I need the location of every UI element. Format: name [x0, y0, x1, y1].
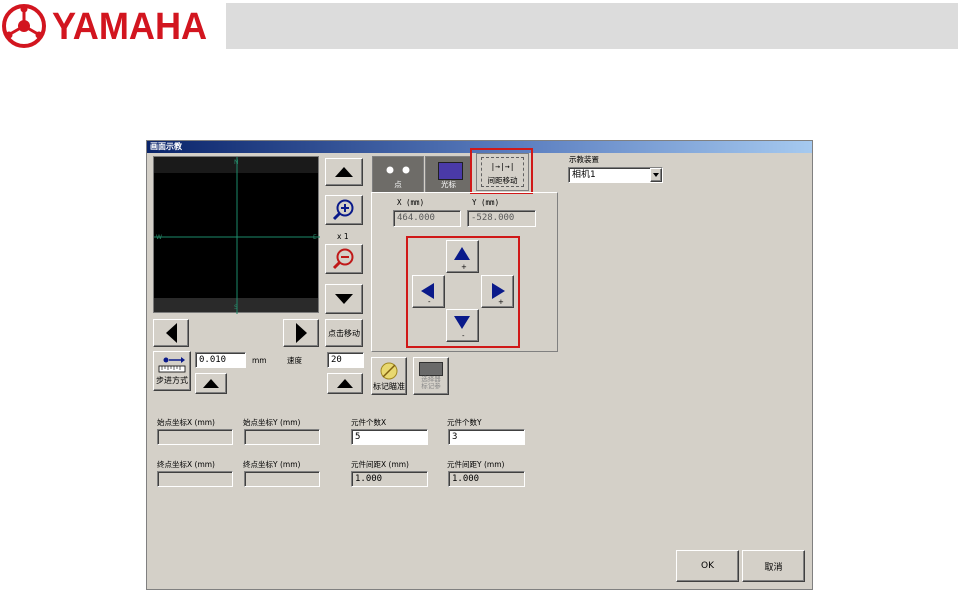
reference-button[interactable]: 选择器 标记参: [413, 357, 449, 395]
y-coord-display: -528.000: [467, 210, 536, 227]
board-icon: [419, 362, 443, 376]
end-x-label: 终点坐标X (mm): [157, 460, 215, 469]
compass-north: N: [234, 159, 239, 166]
zoom-in-icon: [332, 199, 354, 221]
teach-device-label: 示教装置: [569, 155, 599, 164]
chevron-down-icon: [653, 173, 659, 177]
tab-cursor[interactable]: 光标: [425, 156, 472, 193]
highlight-jog-pad: [406, 236, 520, 348]
zoom-in-button[interactable]: [325, 195, 363, 225]
start-y-label: 始点坐标Y (mm): [243, 418, 301, 427]
tab-point[interactable]: 点: [372, 156, 424, 193]
mark-target-icon: [380, 362, 398, 379]
zoom-level-label: x 1: [337, 232, 349, 241]
highlight-pitch-tab: [470, 148, 533, 194]
click-move-label: 点击移动: [328, 328, 360, 338]
x-coord-label: X (mm): [397, 198, 425, 207]
dropdown-button[interactable]: [650, 168, 662, 182]
step-mode-button[interactable]: 步进方式: [153, 351, 191, 391]
pan-down-button[interactable]: [325, 284, 363, 314]
compass-south: S: [234, 304, 238, 311]
start-y-field: [244, 429, 320, 445]
count-x-label: 元件个数X: [351, 418, 387, 427]
compass-east: E: [313, 234, 317, 241]
tab-point-label: 点: [394, 180, 402, 189]
mark-confirm-button[interactable]: 标记瞄准: [371, 357, 407, 395]
speed-label: 速度: [287, 356, 302, 365]
arrow-up-icon: [337, 379, 353, 388]
cursor-box-icon: [438, 162, 463, 180]
yamaha-logo-text: YAMAHA: [52, 6, 208, 48]
cancel-label: 取消: [764, 562, 783, 573]
step-ruler-icon: [158, 357, 186, 373]
step-mode-label: 步进方式: [156, 376, 188, 385]
dots-icon: [386, 166, 410, 174]
pan-up-button[interactable]: [325, 158, 363, 186]
dialog-title: 画面示教: [150, 142, 182, 151]
end-x-field: [157, 471, 233, 487]
ok-label: OK: [701, 561, 714, 571]
pitch-y-label: 元件间距Y (mm): [447, 460, 505, 469]
start-x-field: [157, 429, 233, 445]
yamaha-emblem-icon: [2, 4, 46, 48]
camera-view[interactable]: N S W E: [153, 156, 320, 314]
compass-west: W: [156, 234, 162, 241]
start-x-label: 始点坐标X (mm): [157, 418, 215, 427]
zoom-out-icon: [332, 248, 354, 270]
arrow-right-icon: [295, 323, 307, 343]
count-x-input[interactable]: 5: [351, 429, 428, 445]
pitch-x-label: 元件间距X (mm): [351, 460, 409, 469]
count-y-label: 元件个数Y: [447, 418, 482, 427]
click-move-button[interactable]: 点击移动: [325, 319, 363, 347]
pitch-y-field: 1.000: [448, 471, 525, 487]
step-up-button[interactable]: [195, 373, 227, 394]
x-coord-display: 464.000: [393, 210, 461, 227]
header-bar: [226, 3, 958, 49]
reference-button-label: 选择器 标记参: [421, 375, 441, 390]
tab-cursor-label: 光标: [441, 180, 456, 189]
count-y-input[interactable]: 3: [448, 429, 525, 445]
pitch-x-field: 1.000: [351, 471, 428, 487]
ok-button[interactable]: OK: [676, 550, 739, 582]
cancel-button[interactable]: 取消: [742, 550, 805, 582]
end-y-field: [244, 471, 320, 487]
y-coord-label: Y (mm): [472, 198, 500, 207]
mark-confirm-label: 标记瞄准: [373, 381, 405, 391]
arrow-left-icon: [165, 323, 177, 343]
pan-right-button[interactable]: [283, 319, 319, 347]
teach-device-value: 相机1: [572, 170, 596, 180]
screen-teach-dialog: 画面示教 N S W E x 1 点击移动 步进方式 0.010 mm 速度 2…: [146, 140, 813, 590]
arrow-up-icon: [335, 167, 353, 177]
arrow-down-icon: [335, 294, 353, 304]
end-y-label: 终点坐标Y (mm): [243, 460, 301, 469]
pan-left-button[interactable]: [153, 319, 189, 347]
zoom-out-button[interactable]: [325, 244, 363, 274]
speed-up-button[interactable]: [327, 373, 363, 394]
arrow-up-icon: [203, 379, 219, 388]
step-value-input[interactable]: 0.010: [195, 352, 246, 368]
teach-device-select[interactable]: 相机1: [568, 167, 663, 183]
step-unit-label: mm: [252, 356, 267, 365]
speed-input[interactable]: 20: [327, 352, 364, 368]
